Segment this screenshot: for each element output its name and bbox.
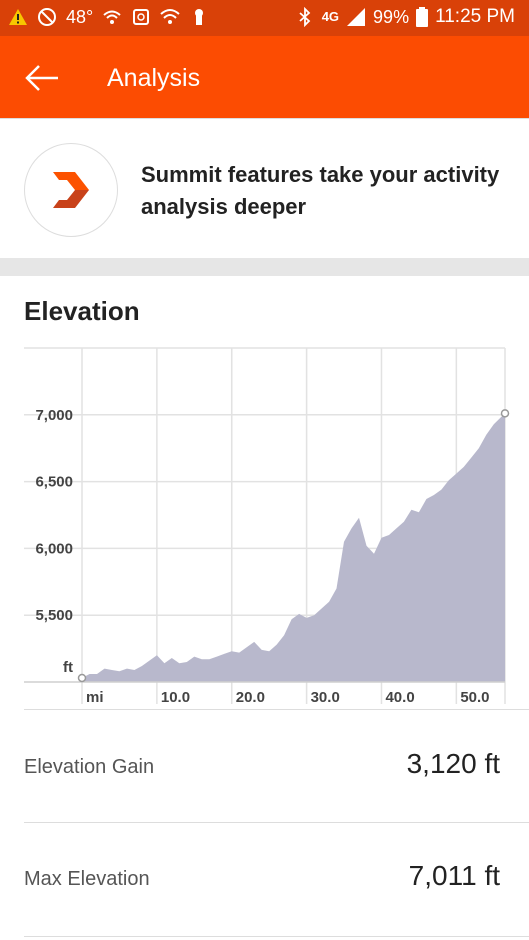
start-marker — [77, 673, 87, 683]
summit-banner[interactable]: Summit features take your activity analy… — [0, 118, 529, 259]
stat-value: 7,011 ft — [408, 860, 500, 891]
sync-icon — [131, 7, 151, 27]
end-marker — [500, 409, 510, 418]
back-button[interactable] — [22, 58, 62, 98]
x-axis-unit: mi — [86, 689, 104, 706]
status-bar: 48° 4G 99% 11:25 PM — [0, 0, 529, 36]
stat-max-elevation: Max Elevation 7,011 ft — [24, 832, 504, 932]
warning-icon — [8, 7, 28, 27]
status-right: 4G 99% 11:25 PM — [295, 6, 515, 28]
bluetooth-icon — [295, 6, 315, 28]
x-tick-label: 30.0 — [311, 689, 340, 706]
stat-label: Max Elevation — [24, 868, 150, 890]
y-tick-label: 5,500 — [35, 607, 73, 624]
wifi-icon — [160, 7, 180, 27]
keyhole-icon — [189, 7, 209, 27]
divider — [24, 822, 529, 823]
page-title: Analysis — [107, 64, 201, 92]
y-axis-unit: ft — [63, 659, 73, 676]
y-tick-label: 7,000 — [35, 407, 73, 424]
divider — [24, 936, 529, 937]
app-bar: Analysis — [0, 36, 529, 118]
summit-promo-text: Summit features take your activity analy… — [141, 162, 500, 219]
x-tick-label: 40.0 — [385, 689, 414, 706]
battery-percent: 99% — [373, 7, 410, 27]
stat-value: 3,120 ft — [406, 748, 500, 779]
x-tick-label: 20.0 — [236, 689, 265, 706]
x-tick-label: 10.0 — [161, 689, 190, 706]
stat-elevation-gain: Elevation Gain 3,120 ft — [24, 720, 504, 820]
signal-icon — [346, 7, 366, 27]
elevation-title: Elevation — [24, 296, 140, 326]
y-tick-label: 6,500 — [35, 474, 73, 491]
stat-label: Elevation Gain — [24, 756, 155, 778]
y-tick-label: 6,000 — [35, 540, 73, 557]
network-type: 4G — [321, 9, 340, 24]
elevation-chart: 5,500 6,000 6,500 7,000 10.0 20.0 30.0 40.0 50.… — [24, 347, 510, 706]
x-tick-label: 50.0 — [460, 689, 489, 706]
clock: 11:25 PM — [435, 6, 515, 27]
battery-icon — [416, 7, 429, 27]
block-icon — [37, 7, 57, 27]
arrow-left-icon — [25, 65, 58, 91]
wifi-calling-icon — [102, 7, 122, 27]
temperature: 48° — [66, 7, 94, 27]
summit-logo — [24, 143, 118, 237]
divider — [24, 709, 529, 710]
summit-chevron-icon — [53, 172, 89, 208]
section-divider — [0, 258, 529, 276]
status-left: 48° — [8, 6, 209, 28]
